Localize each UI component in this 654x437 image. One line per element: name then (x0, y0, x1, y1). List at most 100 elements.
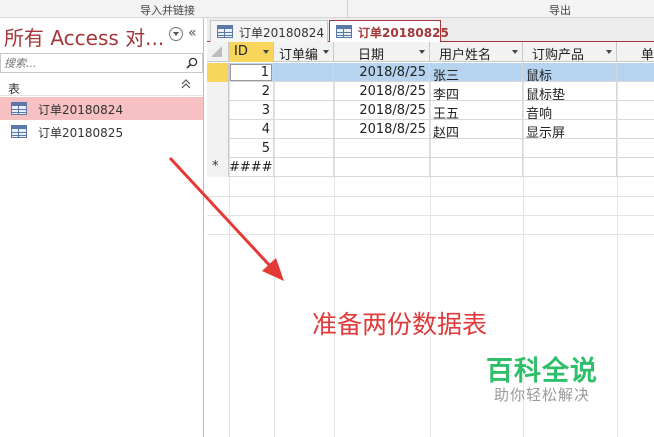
search-input[interactable] (4, 56, 174, 71)
nav-item-table-20180824[interactable]: 订单20180824 (0, 97, 203, 120)
cell-date[interactable]: 2018/8/25 (334, 120, 430, 139)
cell-date[interactable]: 2018/8/25 (334, 63, 430, 82)
chevron-down-icon[interactable] (169, 27, 183, 41)
cell-date[interactable] (334, 158, 430, 177)
cell-id[interactable]: 2 (229, 82, 274, 101)
cell-user-name[interactable] (430, 139, 523, 158)
grid-line (207, 215, 654, 216)
select-all-icon (211, 46, 222, 57)
cell-user-name[interactable]: 张三 (430, 63, 523, 82)
filter-arrow-icon[interactable] (263, 50, 269, 54)
cell-order-no[interactable] (274, 139, 334, 158)
chevron-up-icon[interactable] (181, 78, 191, 93)
search-icon[interactable] (186, 57, 198, 69)
column-header-user-name[interactable]: 用户姓名 (430, 42, 523, 63)
cell-next[interactable] (617, 101, 654, 120)
cell-id-value: 1 (260, 65, 269, 80)
collapse-pane-button[interactable]: « (188, 25, 197, 41)
cell-id[interactable]: 1 (229, 63, 274, 82)
column-header-label: 订购产品 (532, 48, 585, 63)
filter-arrow-icon[interactable] (606, 50, 612, 54)
ribbon-group-import: 导入并链接 (140, 4, 195, 17)
cell-product[interactable] (523, 139, 617, 158)
double-chevron-up-icon (181, 79, 191, 89)
table-icon (336, 25, 352, 38)
column-header-label: 单 (641, 48, 654, 63)
select-all-corner[interactable] (207, 42, 229, 62)
table-row[interactable]: 3 2018/8/25 王五 音响 (207, 101, 654, 120)
table-row[interactable]: 2 2018/8/25 李四 鼠标垫 (207, 82, 654, 101)
cell-order-no[interactable] (274, 101, 334, 120)
nav-group-tables[interactable]: 表 (0, 78, 203, 96)
cell-date[interactable]: 2018/8/25 (334, 101, 430, 120)
table-row[interactable]: 1 2018/8/25 张三 鼠标 (207, 63, 654, 82)
ribbon-divider (347, 0, 348, 18)
column-header-id[interactable]: ID (229, 42, 274, 62)
cell-product[interactable] (523, 158, 617, 177)
table-row[interactable]: 5 (207, 139, 654, 158)
row-selector[interactable] (207, 63, 229, 82)
cell-order-no[interactable] (274, 82, 334, 101)
cell-next[interactable] (617, 120, 654, 139)
cell-next[interactable] (617, 63, 654, 82)
table-icon (11, 125, 27, 138)
tab-label: 订单20180825 (358, 26, 449, 40)
cell-date[interactable]: 2018/8/25 (334, 82, 430, 101)
cell-product[interactable]: 鼠标垫 (523, 82, 617, 101)
cell-order-no[interactable] (274, 120, 334, 139)
nav-item-label: 订单20180824 (38, 103, 124, 117)
cell-user-name[interactable]: 赵四 (430, 120, 523, 139)
cell-date[interactable] (334, 139, 430, 158)
column-header-order-no[interactable]: 订单编 (274, 42, 334, 63)
nav-title[interactable]: 所有 Access 对... (4, 22, 164, 51)
cell-id[interactable]: 3 (229, 101, 274, 120)
filter-arrow-icon[interactable] (419, 50, 425, 54)
nav-search-box (0, 53, 203, 73)
grid-line (207, 196, 654, 197)
cell-product[interactable]: 鼠标 (523, 63, 617, 82)
column-header-label: 订单编 (279, 48, 319, 63)
cell-next[interactable] (617, 158, 654, 177)
row-selector[interactable] (207, 82, 229, 101)
row-selector[interactable] (207, 101, 229, 120)
column-header-product[interactable]: 订购产品 (523, 42, 617, 63)
cell-order-no[interactable] (274, 158, 334, 177)
cell-id[interactable]: 5 (229, 139, 274, 158)
column-header-label: ID (234, 44, 248, 59)
document-tab-bar: 订单20180824 订单20180825 (207, 18, 654, 43)
nav-item-label: 订单20180825 (38, 126, 124, 140)
cell-product[interactable]: 音响 (523, 101, 617, 120)
cell-id[interactable]: 4 (229, 120, 274, 139)
cell-id-new[interactable]: #### (229, 158, 274, 177)
new-record-selector[interactable]: * (207, 158, 229, 177)
column-header-date[interactable]: 日期 (334, 42, 430, 63)
nav-group-label: 表 (8, 82, 21, 96)
watermark-slogan: 助你轻松解决 (494, 386, 591, 404)
ribbon-group-bar: 导入并链接 导出 (0, 0, 654, 18)
new-record-marker: * (212, 159, 219, 174)
new-record-row[interactable]: * #### (207, 158, 654, 177)
row-selector[interactable] (207, 139, 229, 158)
filter-arrow-icon[interactable] (323, 50, 329, 54)
cell-product[interactable]: 显示屏 (523, 120, 617, 139)
navigation-pane: 所有 Access 对... « 表 订单20180824 订单20180825 (0, 18, 204, 437)
table-row[interactable]: 4 2018/8/25 赵四 显示屏 (207, 120, 654, 139)
cell-order-no[interactable] (274, 63, 334, 82)
cell-next[interactable] (617, 139, 654, 158)
cell-next[interactable] (617, 82, 654, 101)
ribbon-group-export: 导出 (549, 4, 571, 17)
cell-user-name[interactable] (430, 158, 523, 177)
cell-focus: 1 (230, 64, 272, 81)
cell-user-name[interactable]: 李四 (430, 82, 523, 101)
tab-table-20180824[interactable]: 订单20180824 (210, 20, 328, 42)
column-header-next[interactable]: 单 (617, 42, 654, 63)
table-icon (217, 25, 233, 38)
row-selector[interactable] (207, 120, 229, 139)
nav-item-table-20180825[interactable]: 订单20180825 (0, 120, 203, 143)
watermark-logo: 百科全说 (486, 356, 598, 387)
tab-table-20180825[interactable]: 订单20180825 (329, 20, 449, 43)
cell-user-name[interactable]: 王五 (430, 101, 523, 120)
column-header-label: 日期 (358, 48, 385, 63)
filter-arrow-icon[interactable] (512, 50, 518, 54)
table-icon (11, 102, 27, 115)
